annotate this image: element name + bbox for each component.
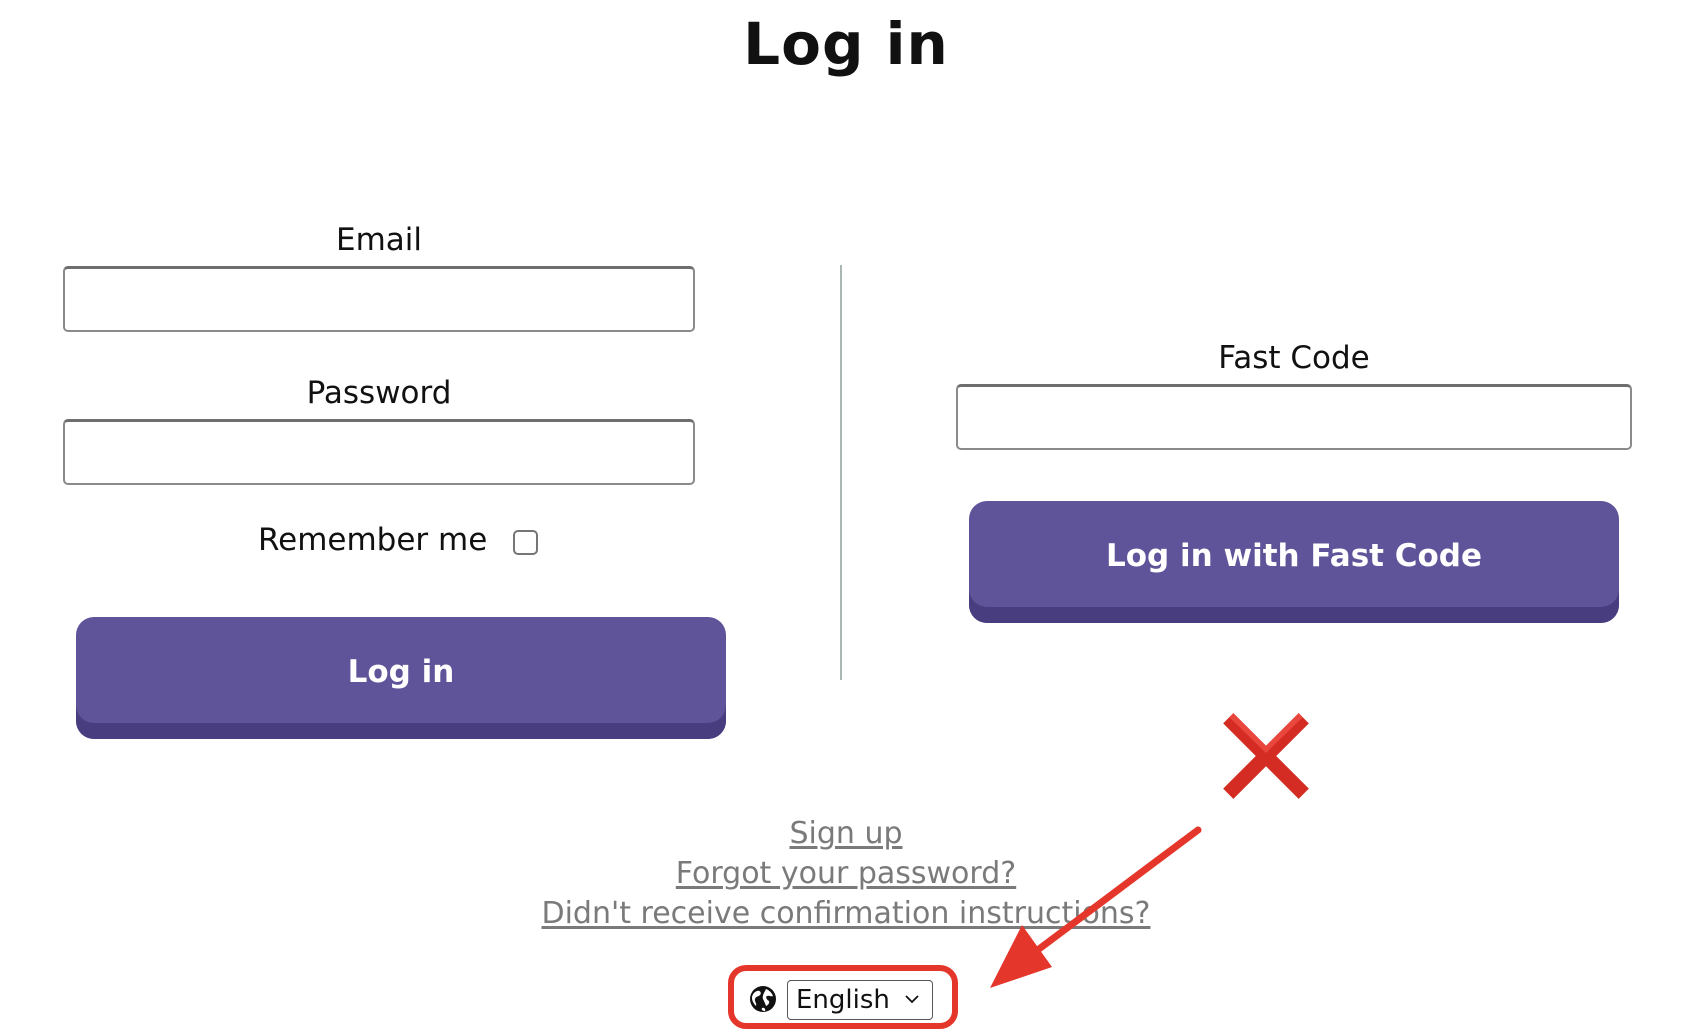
page-title: Log in (743, 10, 949, 78)
fast-code-label: Fast Code (1218, 340, 1370, 376)
password-input[interactable] (63, 419, 695, 485)
cross-mark-icon (1223, 713, 1309, 799)
auth-links: Sign up Forgot your password? Didn't rec… (0, 814, 1692, 934)
forgot-password-link[interactable]: Forgot your password? (0, 854, 1692, 894)
email-input[interactable] (63, 266, 695, 332)
email-label: Email (335, 222, 422, 258)
remember-me-label: Remember me (258, 522, 488, 558)
password-label: Password (306, 375, 452, 411)
language-highlight-box (728, 965, 958, 1029)
fast-code-login-button[interactable]: Log in with Fast Code (969, 501, 1619, 623)
column-divider (840, 265, 842, 680)
confirmation-instructions-link[interactable]: Didn't receive confirmation instructions… (0, 894, 1692, 934)
fast-code-input[interactable] (956, 384, 1632, 450)
sign-up-link[interactable]: Sign up (0, 814, 1692, 854)
login-page: Log in Email Password Remember me Log in… (0, 0, 1692, 1030)
log-in-button[interactable]: Log in (76, 617, 726, 739)
remember-me-checkbox[interactable] (513, 530, 538, 555)
